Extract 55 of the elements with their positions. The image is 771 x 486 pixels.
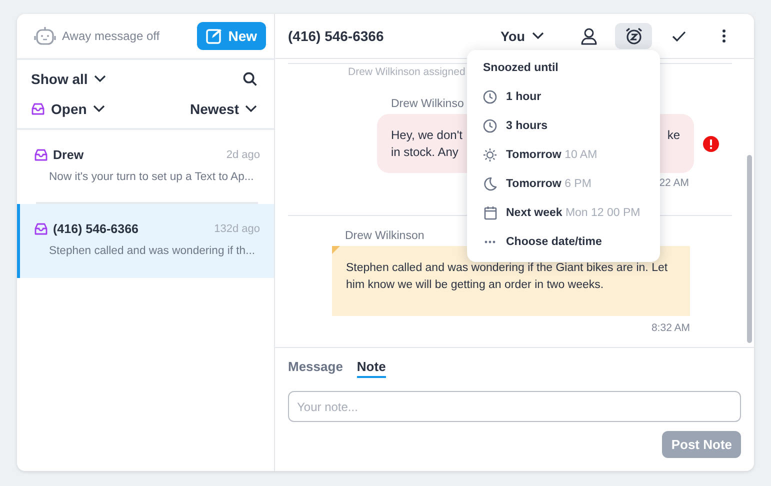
sort-dropdown[interactable]: Newest (190, 101, 257, 117)
conversation-item[interactable]: (416) 546-6366 132d ago Stephen called and was wondering if th... (17, 204, 274, 278)
system-event-text: Drew Wilkinson assigned (348, 66, 466, 78)
inbox-icon (34, 223, 48, 235)
calendar-icon (484, 206, 496, 220)
message-time: 22 AM (659, 177, 689, 189)
snooze-button[interactable] (615, 23, 652, 49)
status-dropdown[interactable]: Open (31, 101, 105, 117)
message-text: Hey, we don't (391, 127, 462, 144)
person-icon (580, 28, 596, 44)
message-text: in stock. Any (391, 144, 460, 161)
robot-icon (34, 26, 56, 46)
conversation-item[interactable]: Drew 2d ago Now it's your turn to set up a Text to Ap... (17, 130, 274, 204)
composer-tab[interactable]: Note (356, 359, 386, 378)
inbox-icon (34, 149, 48, 161)
note-input[interactable]: Your note... (288, 391, 741, 422)
ellipsis-icon (484, 240, 496, 244)
conversation-title: (416) 546-6366 (288, 28, 385, 44)
assignee-dropdown[interactable]: You (494, 28, 550, 44)
search-icon[interactable] (243, 72, 257, 86)
timestamp: 2d ago (226, 149, 260, 161)
clock-icon (483, 118, 497, 132)
snooze-option[interactable]: 1 hour (467, 82, 660, 111)
composer-tab[interactable]: Message (288, 359, 343, 378)
snooze-option[interactable]: Choose date/time (467, 227, 660, 256)
compose-icon (206, 28, 222, 44)
snooze-option[interactable]: 3 hours (467, 111, 660, 140)
snooze-option[interactable]: Next week Mon 12 00 PM (467, 198, 660, 227)
note-text: Stephen called and was wondering if the Giant bikes are in. Let him know we will be getting an order in two weeks. (346, 261, 669, 293)
menu-title: Snoozed until (482, 62, 560, 76)
message-text: ke (667, 127, 680, 144)
inbox-icon (31, 103, 45, 115)
snooze-option[interactable]: Tomorrow 10 AM (467, 140, 660, 169)
message-preview: Now it's your turn to set up a Text to Ap... (49, 171, 254, 183)
away-status: Away message off (62, 29, 160, 43)
contact-name: (416) 546-6366 (53, 222, 140, 236)
chevron-down-icon (245, 105, 257, 113)
clock-icon (483, 90, 497, 104)
more-icon (722, 29, 726, 43)
alarm-clock-icon (624, 27, 642, 45)
timestamp: 132d ago (214, 223, 260, 235)
moon-icon (483, 176, 497, 190)
chevron-down-icon (532, 32, 544, 40)
message-preview: Stephen called and was wondering if th... (49, 245, 255, 257)
snooze-option[interactable]: Tomorrow 6 PM (467, 169, 660, 198)
checkmark-icon (672, 30, 686, 42)
filter-dropdown[interactable]: Show all (31, 71, 106, 87)
message-time: 8:32 AM (651, 322, 690, 334)
note-corner-fold (332, 246, 340, 254)
chevron-down-icon (92, 105, 105, 113)
chevron-down-icon (94, 75, 106, 83)
sun-icon (483, 148, 497, 162)
sender-name: Drew Wilkinso (391, 98, 464, 110)
sender-name: Drew Wilkinson (345, 230, 424, 242)
contact-name: Drew (53, 148, 85, 162)
